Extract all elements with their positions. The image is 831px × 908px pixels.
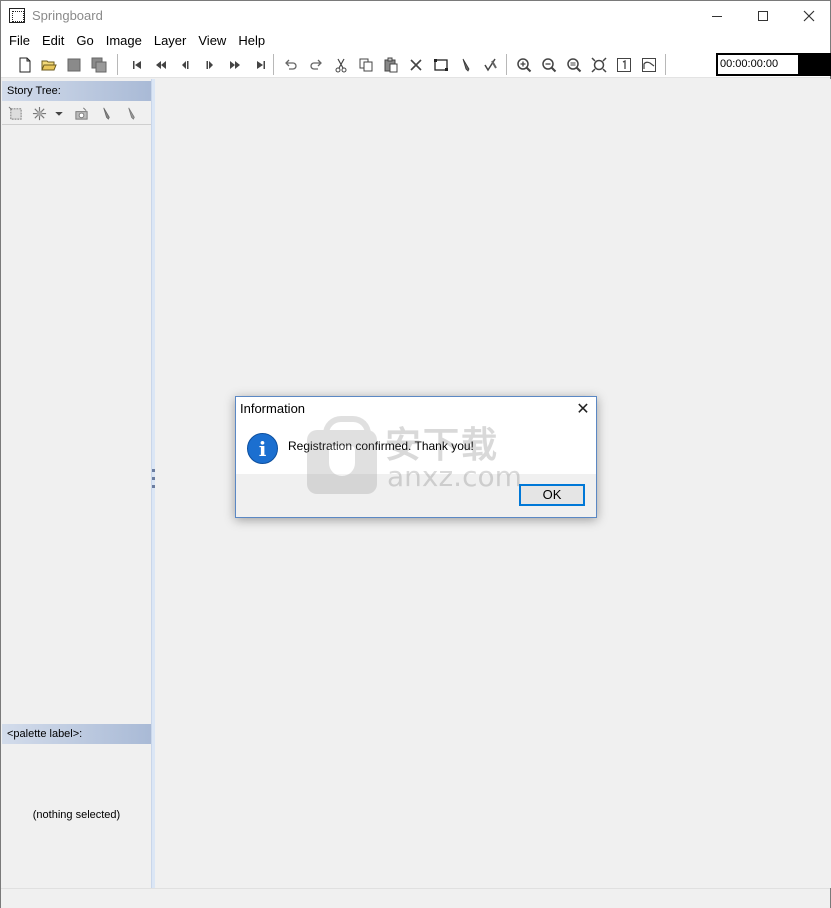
- minimize-button[interactable]: [694, 1, 740, 31]
- delete-icon: [410, 59, 422, 71]
- pencil-button[interactable]: [456, 55, 476, 75]
- check-pencil-icon: [484, 58, 497, 72]
- frame-button[interactable]: [431, 55, 451, 75]
- new-file-button[interactable]: [15, 55, 35, 75]
- paste-button[interactable]: [381, 55, 401, 75]
- last-frame-button[interactable]: [251, 55, 271, 75]
- menu-bar: File Edit Go Image Layer View Help: [1, 31, 830, 51]
- menu-image[interactable]: Image: [100, 31, 148, 51]
- info-icon: i: [247, 433, 278, 464]
- actual-size-button[interactable]: [614, 55, 634, 75]
- zoom-fit-button[interactable]: [564, 55, 584, 75]
- close-icon: [803, 10, 815, 22]
- open-folder-icon: [41, 60, 57, 71]
- redo-button[interactable]: [306, 55, 326, 75]
- camera-icon: [74, 107, 88, 120]
- burst-icon: [32, 106, 46, 120]
- cut-button[interactable]: [331, 55, 351, 75]
- pen-button[interactable]: [97, 104, 115, 122]
- menu-view[interactable]: View: [192, 31, 232, 51]
- dialog-message: Registration confirmed. Thank you!: [288, 439, 474, 453]
- rewind-button[interactable]: [151, 55, 171, 75]
- pen-icon: [102, 107, 110, 120]
- copy-button[interactable]: [356, 55, 376, 75]
- save-all-icon: [91, 57, 107, 73]
- maximize-button[interactable]: [740, 1, 786, 31]
- copy-icon: [359, 58, 373, 72]
- add-frame-button[interactable]: [6, 104, 24, 122]
- dialog-close-button[interactable]: ✕: [572, 399, 594, 419]
- zoom-full-button[interactable]: [589, 55, 609, 75]
- save-icon: [67, 58, 81, 72]
- last-frame-icon: [257, 61, 265, 69]
- new-file-icon: [19, 57, 31, 73]
- camera-button[interactable]: [72, 104, 90, 122]
- first-frame-icon: [133, 61, 141, 69]
- first-frame-button[interactable]: [127, 55, 147, 75]
- open-button[interactable]: [39, 55, 59, 75]
- rewind-icon: [156, 61, 166, 69]
- menu-layer[interactable]: Layer: [148, 31, 193, 51]
- zoom-in-icon: [517, 58, 532, 73]
- maximize-icon: [758, 11, 768, 21]
- save-all-button[interactable]: [89, 55, 109, 75]
- menu-help[interactable]: Help: [232, 31, 271, 51]
- status-bar: [1, 888, 830, 908]
- step-back-icon: [182, 61, 189, 69]
- menu-file[interactable]: File: [3, 31, 36, 51]
- timecode-value: 00:00:00:00: [718, 55, 798, 74]
- frame-icon: [434, 59, 448, 71]
- zoom-full-icon: [591, 57, 607, 73]
- zoom-out-icon: [542, 58, 557, 73]
- add-frame-icon: [8, 106, 22, 120]
- window-title: Springboard: [32, 8, 103, 23]
- story-tree-header: Story Tree:: [2, 81, 151, 101]
- redo-icon: [310, 59, 322, 70]
- zoom-out-button[interactable]: [539, 55, 559, 75]
- image-icon: [642, 58, 656, 72]
- toolbar-separator: [273, 54, 274, 75]
- fast-forward-icon: [230, 61, 240, 69]
- zoom-fit-icon: [567, 58, 582, 73]
- dialog-title: Information: [240, 401, 306, 416]
- actual-size-icon: [617, 58, 631, 72]
- main-toolbar: [1, 51, 830, 78]
- close-window-button[interactable]: [786, 1, 831, 31]
- dialog-footer: OK: [236, 474, 596, 517]
- toolbar-separator: [665, 54, 666, 75]
- delete-button[interactable]: [406, 55, 426, 75]
- brush-button[interactable]: [122, 104, 140, 122]
- dropdown-arrow-icon: [55, 111, 63, 116]
- minimize-icon: [712, 15, 722, 17]
- brush-icon: [127, 107, 135, 120]
- burst-button[interactable]: [30, 104, 48, 122]
- title-bar: Springboard: [1, 1, 830, 31]
- paste-icon: [384, 57, 398, 73]
- palette-empty-text: (nothing selected): [32, 809, 121, 821]
- cut-icon: [335, 58, 347, 73]
- step-forward-icon: [206, 61, 213, 69]
- toolbar-separator: [506, 54, 507, 75]
- save-button[interactable]: [64, 55, 84, 75]
- story-tree-toolbar: [2, 101, 151, 125]
- step-back-button[interactable]: [175, 55, 195, 75]
- left-panel: Story Tree: <palette label>: (nothing se…: [2, 79, 151, 888]
- pencil-icon: [462, 58, 470, 72]
- menu-edit[interactable]: Edit: [36, 31, 70, 51]
- timecode-display: 00:00:00:00: [716, 53, 831, 76]
- undo-icon: [285, 59, 297, 70]
- app-icon: [9, 8, 25, 23]
- undo-button[interactable]: [281, 55, 301, 75]
- palette-header: <palette label>:: [2, 724, 151, 744]
- step-forward-button[interactable]: [200, 55, 220, 75]
- zoom-in-button[interactable]: [514, 55, 534, 75]
- ok-button[interactable]: OK: [519, 484, 585, 506]
- information-dialog: Information ✕ i Registration confirmed. …: [235, 396, 597, 518]
- menu-go[interactable]: Go: [70, 31, 99, 51]
- image-button[interactable]: [639, 55, 659, 75]
- toolbar-separator: [117, 54, 118, 75]
- fast-forward-button[interactable]: [225, 55, 245, 75]
- check-pencil-button[interactable]: [481, 55, 501, 75]
- burst-dropdown-button[interactable]: [53, 104, 65, 122]
